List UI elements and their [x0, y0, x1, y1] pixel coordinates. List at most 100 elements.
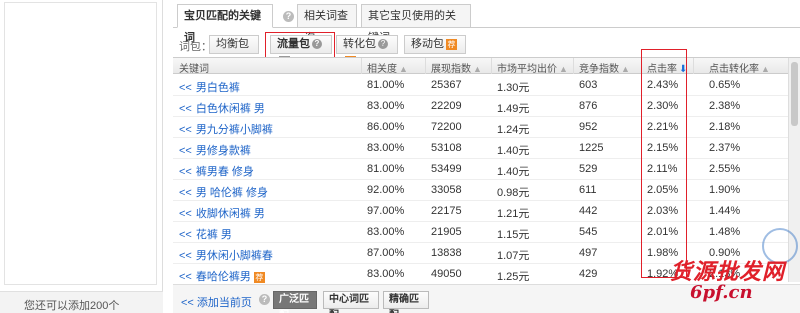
table-row: << 收脚休闲裤 男 97.00% 22175 1.21元 442 2.03% 1.44%: [173, 201, 800, 222]
keyword-text: 收脚休闲裤 男: [195, 208, 265, 220]
cell-cvr: 0.65%: [709, 79, 741, 91]
selected-keyword-list[interactable]: [4, 2, 157, 285]
add-keyword-arrow[interactable]: <<: [179, 124, 192, 136]
sort-arrow-icon: ▲: [761, 64, 770, 74]
cell-competition: 529: [579, 163, 598, 175]
recommend-badge: 荐: [446, 38, 457, 50]
cell-avg-bid: 1.30元: [497, 82, 530, 94]
table-row: << 男 哈伦裤 修身 92.00% 33058 0.98元 611 2.05% 1.90%: [173, 180, 800, 201]
table-row: << 男白色裤 81.00% 25367 1.30元 603 2.43% 0.65%: [173, 75, 800, 96]
header-competition[interactable]: 竞争指数 ▲: [579, 60, 630, 75]
cell-relevance: 83.00%: [367, 268, 405, 280]
cell-cvr: 2.55%: [709, 163, 741, 175]
tab-other-items-keywords[interactable]: 其它宝贝使用的关键词: [361, 4, 471, 44]
add-keyword-arrow[interactable]: <<: [179, 250, 192, 262]
keyword-link[interactable]: << 男白色裤: [179, 79, 240, 95]
cell-avg-bid: 1.40元: [497, 145, 530, 157]
tab-matched-keywords[interactable]: 宝贝匹配的关键词: [177, 4, 273, 44]
cell-competition: 429: [579, 268, 598, 280]
cell-competition: 497: [579, 247, 598, 259]
site-watermark: 货源批发网 6pf.cn: [660, 228, 800, 310]
table-row: << 白色休闲裤 男 83.00% 22209 1.49元 876 2.30% 2.38%: [173, 96, 800, 117]
keyword-link[interactable]: << 花裤 男: [179, 226, 232, 242]
keyword-link[interactable]: << 白色休闲裤 男: [179, 100, 265, 116]
scrollbar-thumb[interactable]: [791, 62, 798, 126]
keyword-link[interactable]: << 收脚休闲裤 男: [179, 205, 265, 221]
cell-impressions: 21905: [431, 226, 462, 238]
keyword-text: 白色休闲裤 男: [195, 103, 265, 115]
header-cvr[interactable]: 点击转化率 ▲: [709, 60, 770, 75]
cell-impressions: 22209: [431, 100, 462, 112]
keyword-text: 男休闲小脚裤春: [195, 250, 273, 262]
cell-impressions: 53499: [431, 163, 462, 175]
cell-relevance: 92.00%: [367, 184, 405, 196]
header-keyword[interactable]: 关键词: [179, 60, 209, 75]
tab-related-search[interactable]: 相关词查询: [297, 4, 357, 44]
table-header: 关键词 相关度 ▲ 展现指数 ▲ 市场平均出价 ▲ 竞争指数 ▲ 点击率 ⬇ 点击转化率 ▲: [173, 58, 800, 75]
cell-cvr: 2.18%: [709, 121, 741, 133]
cell-relevance: 87.00%: [367, 247, 405, 259]
pack-mobile-button[interactable]: 移动包荐: [404, 35, 466, 54]
cell-competition: 611: [579, 184, 597, 196]
pack-button-label: 移动包: [411, 38, 444, 50]
column-divider: [491, 58, 492, 74]
watermark-url: 6pf.cn: [690, 282, 753, 303]
add-keyword-arrow[interactable]: <<: [179, 145, 192, 157]
cell-avg-bid: 1.07元: [497, 250, 530, 262]
cell-impressions: 25367: [431, 79, 462, 91]
keyword-text: 男白色裤: [195, 82, 240, 94]
cell-relevance: 97.00%: [367, 205, 405, 217]
help-icon[interactable]: ?: [259, 294, 270, 305]
keyword-link[interactable]: << 男 哈伦裤 修身: [179, 184, 268, 200]
pack-balanced-button[interactable]: 均衡包: [209, 35, 259, 54]
add-keyword-arrow[interactable]: <<: [179, 187, 192, 199]
cell-relevance: 86.00%: [367, 121, 405, 133]
cell-cvr: 1.48%: [709, 226, 741, 238]
cell-avg-bid: 1.49元: [497, 103, 530, 115]
keyword-link[interactable]: << 男修身款裤: [179, 142, 251, 158]
add-keyword-arrow[interactable]: <<: [179, 229, 192, 241]
cell-cvr: 1.44%: [709, 205, 741, 217]
keyword-link[interactable]: << 裤男春 修身: [179, 163, 254, 179]
phrase-match-button[interactable]: 中心词匹配: [323, 291, 379, 313]
add-current-page-link[interactable]: << 添加当前页: [181, 294, 252, 310]
pack-conversion-button[interactable]: 转化包?荐: [336, 35, 398, 67]
cell-competition: 442: [579, 205, 598, 217]
keyword-text: 男九分裤小脚裤: [195, 124, 273, 136]
header-impressions[interactable]: 展现指数 ▲: [431, 60, 482, 75]
recommend-badge: 荐: [253, 271, 265, 283]
pack-label: 词包：: [179, 41, 212, 53]
header-relevance[interactable]: 相关度 ▲: [367, 60, 408, 75]
cell-relevance: 83.00%: [367, 226, 405, 238]
keyword-text: 男修身款裤: [195, 145, 251, 157]
add-keyword-arrow[interactable]: <<: [179, 166, 192, 178]
add-keyword-arrow[interactable]: <<: [179, 271, 192, 283]
add-keyword-arrow[interactable]: <<: [179, 208, 192, 220]
cell-impressions: 72200: [431, 121, 462, 133]
add-keyword-arrow[interactable]: <<: [179, 82, 192, 94]
table-row: << 花裤 男 83.00% 21905 1.15元 545 2.01% 1.48%: [173, 222, 800, 243]
table-row: << 男九分裤小脚裤 86.00% 72200 1.24元 952 2.21% 2.18%: [173, 117, 800, 138]
cell-competition: 545: [579, 226, 598, 238]
help-icon[interactable]: ?: [283, 11, 294, 22]
broad-match-button[interactable]: 广泛匹配: [273, 291, 317, 313]
sort-arrow-icon: ▲: [399, 64, 408, 74]
add-keyword-arrow[interactable]: <<: [179, 103, 192, 115]
column-divider: [693, 58, 694, 74]
help-icon: ?: [378, 39, 388, 50]
remaining-count-text: 您还可以添加200个: [0, 291, 163, 313]
keyword-link[interactable]: << 春哈伦裤男荐: [179, 268, 265, 283]
keyword-link[interactable]: << 男休闲小脚裤春: [179, 247, 273, 263]
cell-avg-bid: 0.98元: [497, 187, 530, 199]
cell-relevance: 83.00%: [367, 142, 405, 154]
keyword-link[interactable]: << 男九分裤小脚裤: [179, 121, 273, 137]
sort-arrow-icon: ▲: [559, 64, 568, 74]
header-avg-bid[interactable]: 市场平均出价 ▲: [497, 60, 568, 75]
cell-avg-bid: 1.15元: [497, 229, 530, 241]
traffic-pack-highlight: [265, 32, 335, 58]
keyword-text: 男 哈伦裤 修身: [195, 187, 268, 199]
cell-impressions: 13838: [431, 247, 462, 259]
cell-cvr: 1.90%: [709, 184, 741, 196]
exact-match-button[interactable]: 精确匹配: [383, 291, 429, 313]
pack-button-label: 转化包: [343, 38, 376, 50]
